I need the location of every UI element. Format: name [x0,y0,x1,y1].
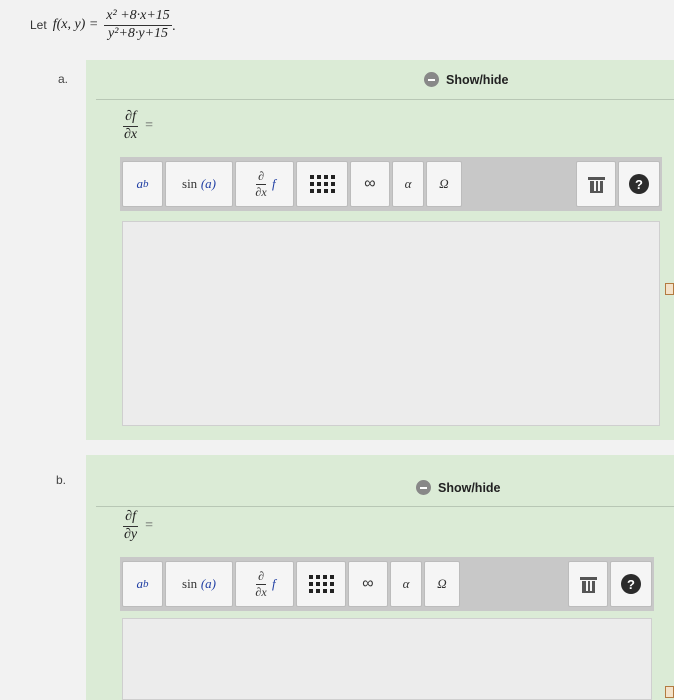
problem-statement: Let f(x, y) = x² +8·x+15 y²+8·y+15 . [30,0,176,50]
help-icon: ? [621,574,641,594]
trash-icon [587,176,605,193]
part-b-divider [96,506,674,507]
greek-lower-button[interactable]: α [390,561,422,607]
let-label: Let [30,18,47,32]
partial-den: ∂x [255,184,267,199]
omega-icon: Ω [439,176,449,191]
help-icon: ? [629,174,649,194]
part-b-show-hide-button[interactable]: Show/hide [416,480,501,495]
equals-sign: = [145,118,154,134]
power-button[interactable]: ab [122,161,163,207]
partial-f: f [271,176,276,191]
greek-lower-button[interactable]: α [392,161,424,207]
part-a-show-hide-button[interactable]: Show/hide [424,72,509,87]
matrix-grid-icon [309,175,335,193]
sin-arg: (a) [200,576,216,591]
power-exponent: b [143,578,149,590]
infinity-icon: ∞ [364,175,376,192]
period: . [171,17,176,33]
infinity-button[interactable]: ∞ [348,561,388,607]
sin-button[interactable]: sin (a) [165,161,233,207]
part-b-math-toolbar: ab sin (a) ∂ ∂x f ∞ α Ω ? [120,557,654,611]
part-a-derivative-label: ∂f ∂x = [122,109,154,142]
edge-tab-icon [665,686,674,698]
show-hide-label: Show/hide [438,480,501,495]
show-hide-label: Show/hide [446,72,509,87]
deriv-numerator: ∂f [123,109,138,127]
equals-sign: = [145,518,154,534]
deriv-denominator: ∂x [124,126,138,142]
help-button[interactable]: ? [610,561,652,607]
edge-tab-icon [665,283,674,295]
clear-button[interactable] [568,561,608,607]
function-lhs: f(x, y) = [52,17,99,32]
greek-upper-button[interactable]: Ω [424,561,460,607]
infinity-button[interactable]: ∞ [350,161,390,207]
function-denominator: y²+8·y+15 [108,25,169,41]
alpha-icon: α [404,176,412,191]
sin-arg: (a) [200,176,216,191]
infinity-icon: ∞ [362,575,374,592]
part-a-label: a. [58,72,69,86]
alpha-icon: α [402,576,410,591]
deriv-denominator: ∂y [124,526,138,542]
part-a-divider [96,99,674,100]
function-fraction: x² +8·x+15 y²+8·y+15 [104,8,172,41]
matrix-grid-icon [308,575,334,593]
power-button[interactable]: ab [122,561,163,607]
power-exponent: b [143,178,149,190]
clear-button[interactable] [576,161,616,207]
part-a-math-toolbar: ab sin (a) ∂ ∂x f ∞ α Ω ? [120,157,662,211]
omega-icon: Ω [437,576,447,591]
minus-circle-icon [424,72,439,87]
function-numerator: x² +8·x+15 [104,8,172,26]
sin-label: sin [182,176,198,191]
greek-upper-button[interactable]: Ω [426,161,462,207]
partial-derivative-button[interactable]: ∂ ∂x f [235,561,294,607]
help-button[interactable]: ? [618,161,660,207]
partial-f: f [271,576,276,591]
sin-button[interactable]: sin (a) [165,561,233,607]
part-b-answer-input[interactable] [122,618,652,700]
matrix-button[interactable] [296,561,346,607]
matrix-button[interactable] [296,161,348,207]
minus-circle-icon [416,480,431,495]
sin-label: sin [182,576,198,591]
partial-num: ∂ [256,568,267,585]
partial-derivative-button[interactable]: ∂ ∂x f [235,161,294,207]
part-b-derivative-label: ∂f ∂y = [122,509,154,542]
part-a-answer-input[interactable] [122,221,660,426]
part-b-label: b. [56,473,67,487]
partial-den: ∂x [255,584,267,599]
deriv-numerator: ∂f [123,509,138,527]
trash-icon [579,576,597,593]
partial-num: ∂ [256,168,267,185]
